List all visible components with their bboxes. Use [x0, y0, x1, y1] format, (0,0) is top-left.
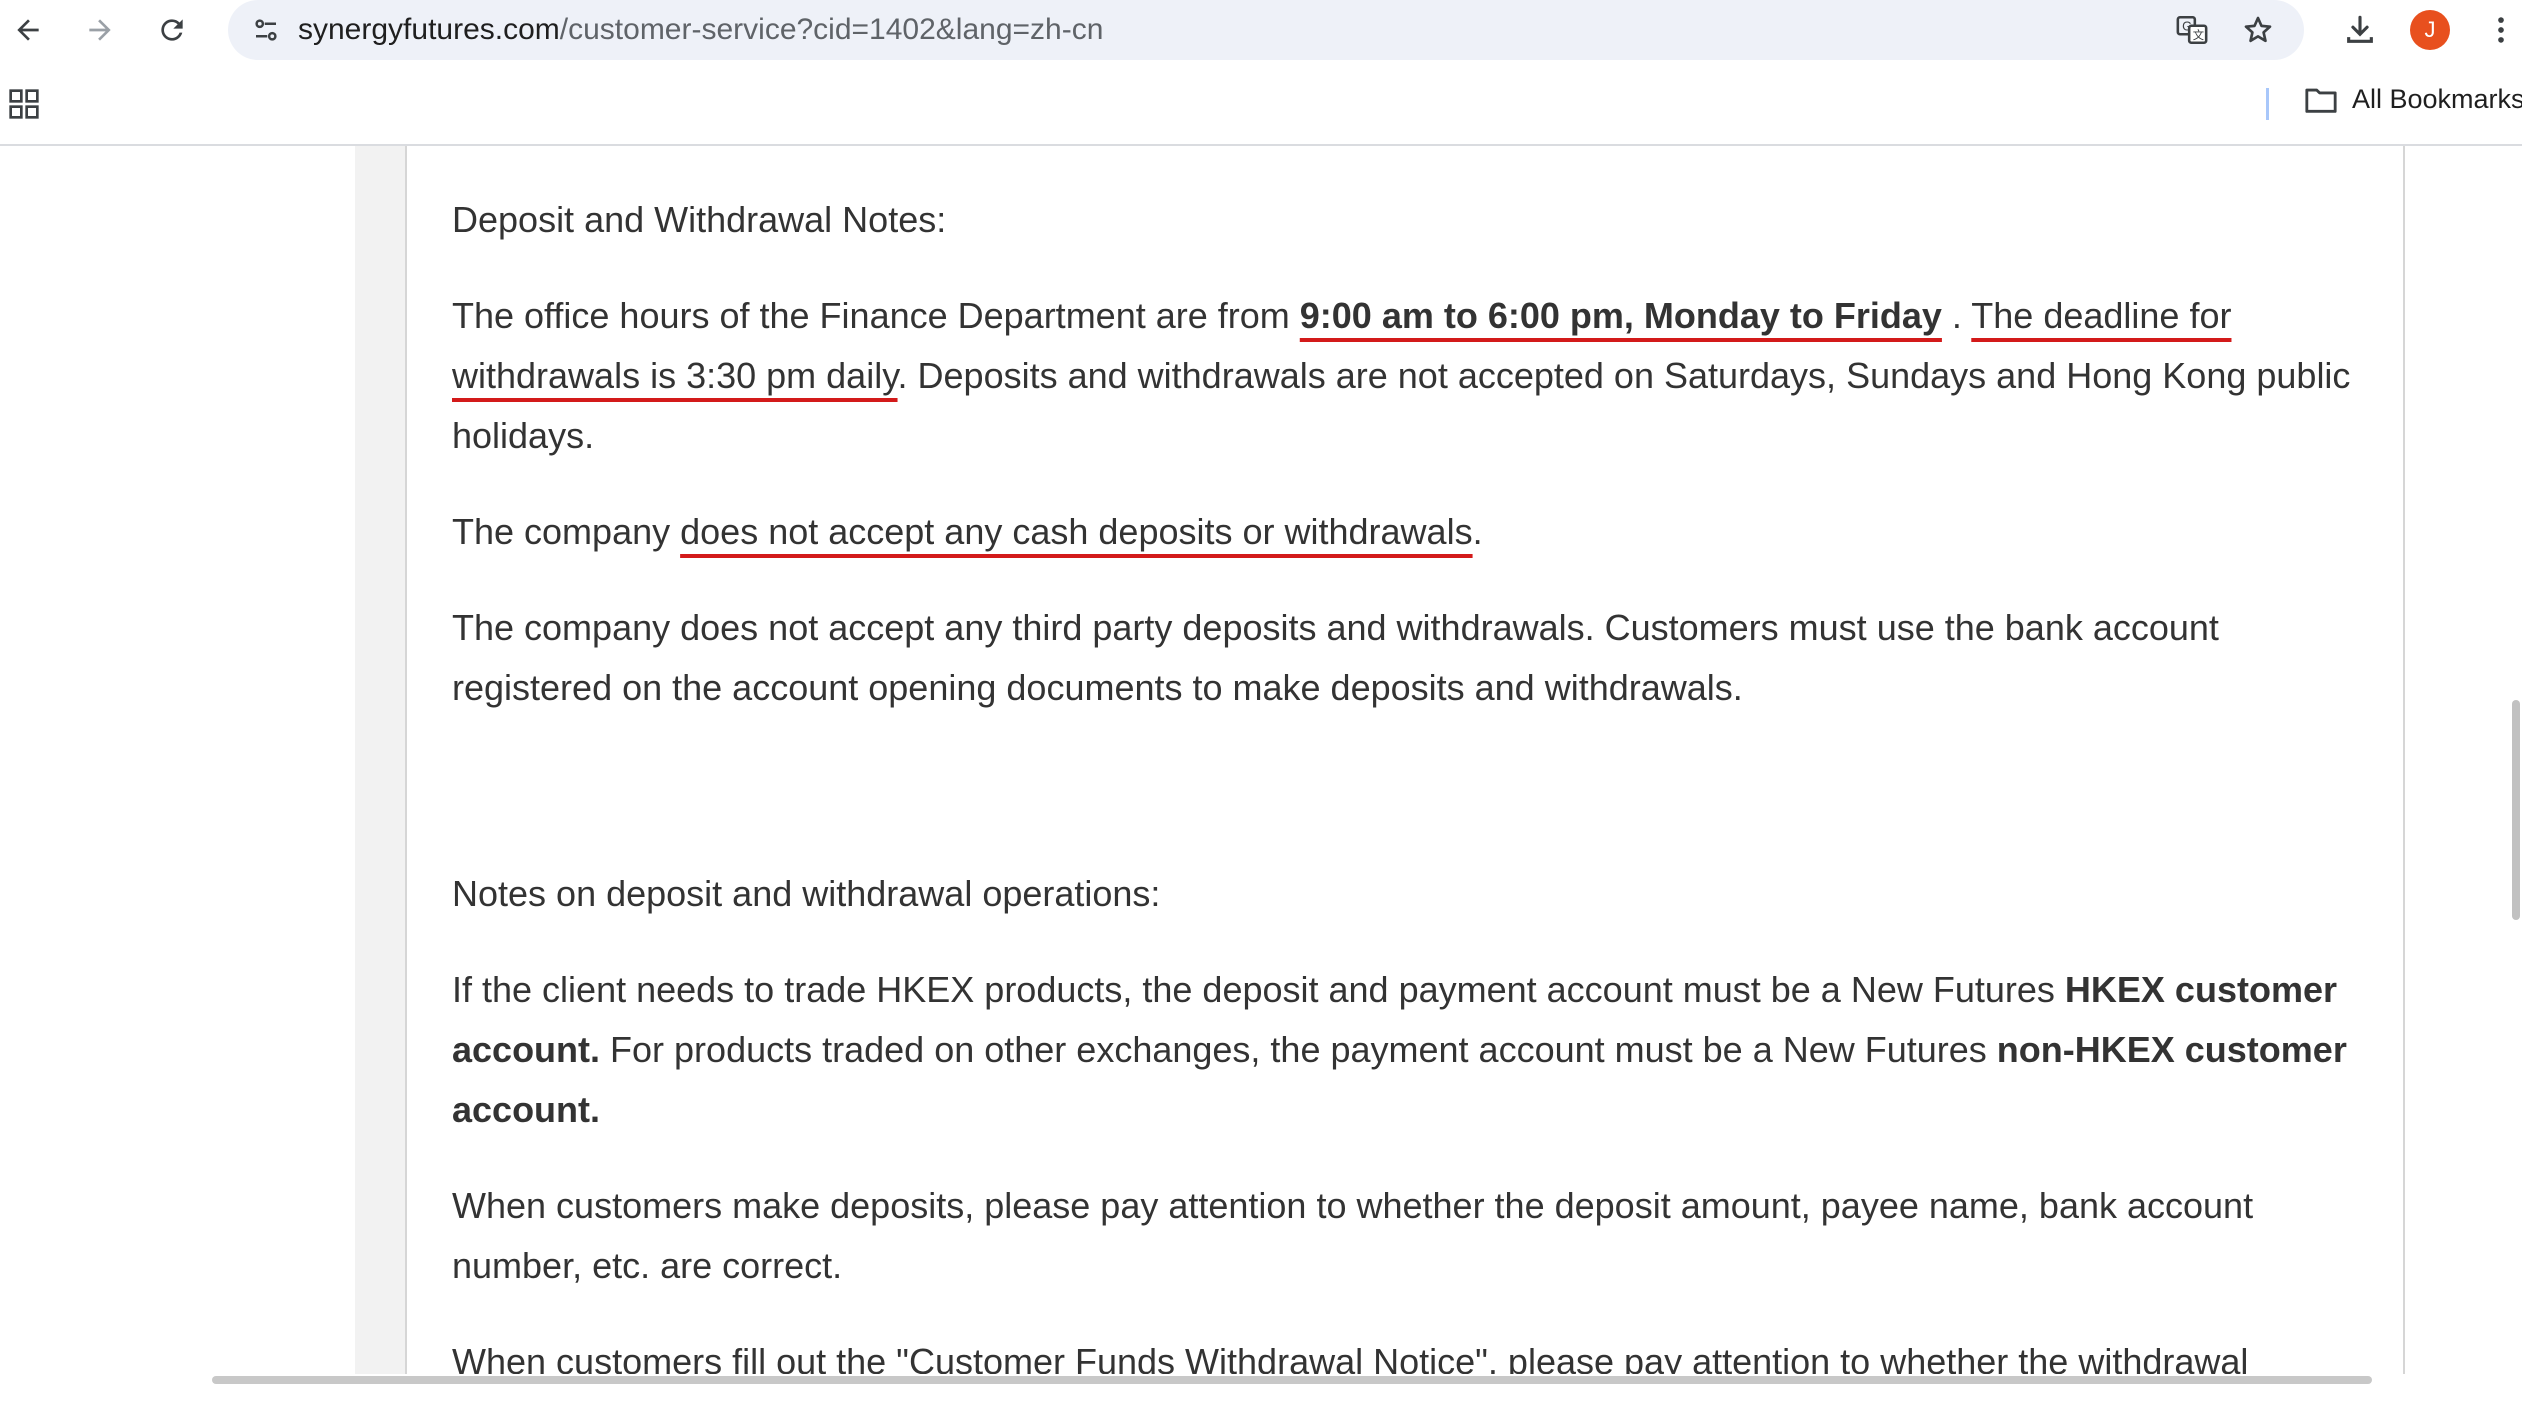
- site-settings-icon: [255, 19, 277, 41]
- vertical-scrollbar-thumb[interactable]: [2512, 700, 2520, 920]
- download-icon: [2347, 15, 2373, 43]
- bookmark-star-button[interactable]: [2240, 12, 2276, 48]
- url-text[interactable]: synergyfutures.com/customer-service?cid=…: [298, 12, 1103, 48]
- office-hours-emphasis: 9:00 am to 6:00 pm, Monday to Friday: [1299, 295, 1942, 336]
- article-panel: Deposit and Withdrawal Notes: The office…: [405, 146, 2405, 1384]
- text-span: The company: [452, 511, 681, 552]
- hkex-account-paragraph: If the client needs to trade HKEX produc…: [452, 960, 2352, 1140]
- text-span: .: [1941, 295, 1972, 336]
- text-span: For products traded on other exchanges, …: [600, 1029, 1997, 1070]
- downloads-button[interactable]: [2340, 10, 2380, 50]
- address-bar[interactable]: synergyfutures.com/customer-service?cid=…: [228, 0, 2304, 60]
- reload-button[interactable]: [150, 8, 194, 52]
- cash-policy-paragraph: The company does not accept any cash dep…: [452, 502, 2352, 562]
- deposit-check-paragraph: When customers make deposits, please pay…: [452, 1185, 2254, 1286]
- section-heading-operations: Notes on deposit and withdrawal operatio…: [452, 873, 1161, 914]
- horizontal-scrollbar-thumb[interactable]: [212, 1376, 2372, 1384]
- star-icon: [2244, 16, 2272, 43]
- left-gutter: [355, 146, 405, 1384]
- back-button[interactable]: [6, 8, 50, 52]
- section-heading-deposit-withdrawal: Deposit and Withdrawal Notes:: [452, 199, 947, 240]
- forward-arrow-icon: [89, 19, 111, 41]
- translate-icon: G 文: [2176, 15, 2208, 45]
- folder-icon: [2305, 88, 2337, 113]
- article-content: Deposit and Withdrawal Notes: The office…: [452, 190, 2352, 1428]
- all-bookmarks-label: All Bookmarks: [2352, 84, 2522, 114]
- reload-icon: [161, 19, 183, 41]
- forward-button[interactable]: [78, 8, 122, 52]
- url-host: synergyfutures.com: [298, 13, 560, 46]
- svg-text:文: 文: [2193, 28, 2204, 42]
- text-span: If the client needs to trade HKEX produc…: [452, 969, 2065, 1010]
- browser-toolbar: synergyfutures.com/customer-service?cid=…: [0, 0, 2522, 60]
- profile-avatar[interactable]: J: [2410, 10, 2450, 50]
- bookmarks-bar: All Bookmarks: [0, 60, 2522, 146]
- back-arrow-icon: [17, 19, 39, 41]
- third-party-paragraph: The company does not accept any third pa…: [452, 607, 2219, 708]
- apps-grid-icon[interactable]: [8, 88, 40, 120]
- site-settings-button[interactable]: [248, 12, 284, 48]
- office-hours-paragraph: The office hours of the Finance Departme…: [452, 286, 2352, 466]
- translate-button[interactable]: G 文: [2174, 12, 2210, 48]
- bookmarks-separator: [2266, 88, 2269, 120]
- url-path: /customer-service?cid=1402&lang=zh-cn: [559, 13, 1104, 46]
- text-span: .: [1472, 511, 1483, 552]
- menu-button[interactable]: [2486, 10, 2516, 50]
- page-viewport: Deposit and Withdrawal Notes: The office…: [0, 146, 2522, 1384]
- all-bookmarks-button[interactable]: All Bookmarks: [2304, 84, 2522, 115]
- cash-policy-emphasis: does not accept any cash deposits or wit…: [680, 511, 1473, 552]
- text-span: The office hours of the Finance Departme…: [452, 295, 1300, 336]
- more-vert-icon: [2498, 17, 2504, 43]
